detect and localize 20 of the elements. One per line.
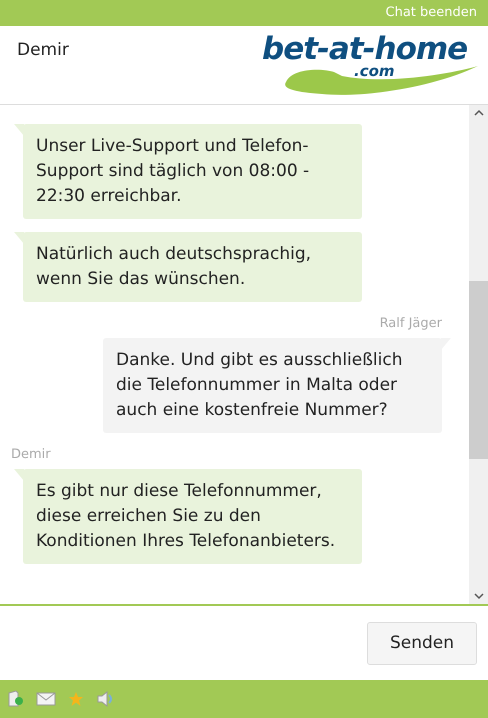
scrollbar-thumb[interactable] <box>469 281 488 459</box>
scroll-down-icon[interactable] <box>474 592 484 600</box>
bubble-tail <box>14 469 24 481</box>
mail-icon[interactable] <box>36 692 56 706</box>
bubble-tail <box>14 232 24 244</box>
scroll-up-icon[interactable] <box>474 109 484 117</box>
message-bubble: Unser Live-Support und Telefon-Support sind täglich von 08:00 - 22:30 erreichbar. <box>23 124 362 219</box>
exit-icon[interactable] <box>6 690 24 708</box>
message-bubble: Danke. Und gibt es ausschließlich die Telefonnummer in Malta oder auch eine kostenfreie Nummer? <box>103 338 442 433</box>
message-bubble: Es gibt nur diese Telefonnummer, diese erreichen Sie zu den Konditionen Ihres Telefonanbieters. <box>23 469 362 564</box>
agent-name: Demir <box>17 39 69 62</box>
logo: bet-at-home .com <box>262 32 478 96</box>
message-bubble: Natürlich auch deutschsprachig, wenn Sie das wünschen. <box>23 232 362 302</box>
sender-name: Demir <box>11 446 51 464</box>
star-icon[interactable] <box>68 691 84 707</box>
send-button[interactable]: Senden <box>367 622 477 665</box>
speaker-icon[interactable] <box>96 690 114 708</box>
bubble-tail <box>14 124 24 136</box>
scrollbar[interactable] <box>469 105 488 604</box>
sender-name: Ralf Jäger <box>380 315 442 333</box>
